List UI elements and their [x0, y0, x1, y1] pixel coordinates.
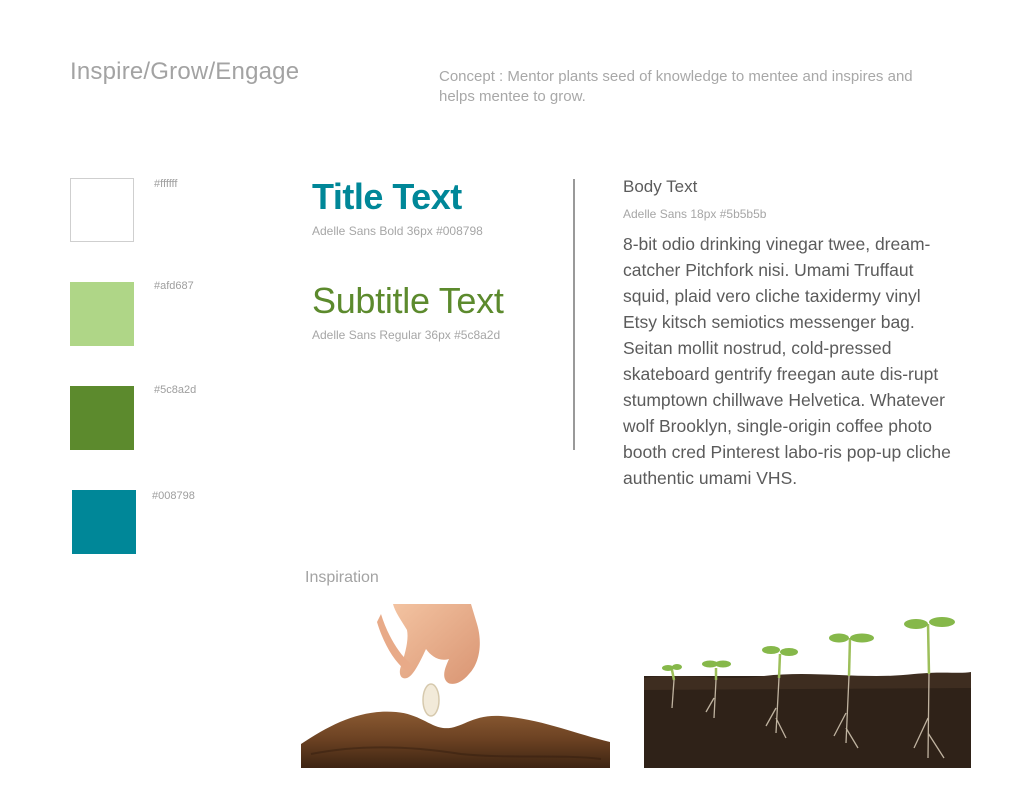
title-text-spec: Adelle Sans Bold 36px #008798 — [312, 224, 483, 238]
inspiration-label: Inspiration — [305, 569, 379, 586]
hand-planting-seed-image — [301, 604, 610, 768]
title-text-sample: Title Text — [312, 176, 462, 217]
color-swatch-green — [70, 386, 134, 450]
color-swatch-teal — [72, 490, 136, 554]
subtitle-text-sample: Subtitle Text — [312, 280, 504, 321]
color-label-green: #5c8a2d — [154, 384, 197, 396]
color-label-light-green: #afd687 — [154, 280, 194, 292]
page-title: Inspire/Grow/Engage — [70, 58, 300, 85]
concept-description: Concept : Mentor plants seed of knowledg… — [439, 68, 913, 105]
vertical-divider — [573, 179, 575, 450]
color-label-white: #ffffff — [154, 178, 178, 190]
body-text-sample: 8-bit odio drinking vinegar twee, dream-… — [623, 234, 951, 488]
color-swatch-white — [70, 178, 134, 242]
body-text-heading: Body Text — [623, 177, 698, 196]
color-label-teal: #008798 — [152, 490, 195, 502]
subtitle-text-spec: Adelle Sans Regular 36px #5c8a2d — [312, 328, 501, 342]
sprouting-seedlings-image — [644, 608, 971, 768]
body-text-spec: Adelle Sans 18px #5b5b5b — [623, 207, 767, 221]
color-swatch-light-green — [70, 282, 134, 346]
